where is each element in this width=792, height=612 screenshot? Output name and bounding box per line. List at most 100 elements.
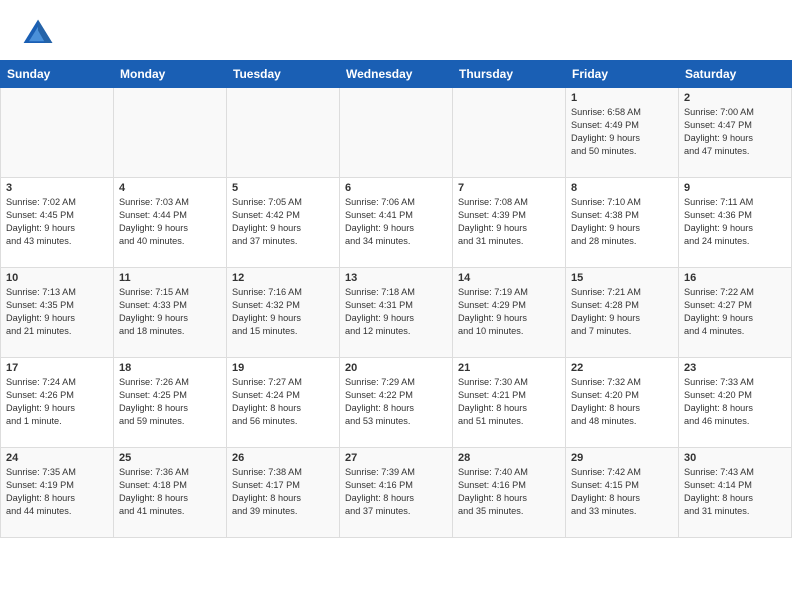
day-info: Sunrise: 7:26 AM Sunset: 4:25 PM Dayligh… bbox=[119, 376, 221, 428]
day-number: 30 bbox=[684, 452, 786, 464]
calendar-day-3: 3 Sunrise: 7:02 AM Sunset: 4:45 PM Daylig… bbox=[1, 178, 114, 268]
day-number: 9 bbox=[684, 182, 786, 194]
weekday-header-row: SundayMondayTuesdayWednesdayThursdayFrid… bbox=[1, 61, 792, 88]
calendar-week-5: 24 Sunrise: 7:35 AM Sunset: 4:19 PM Dayli… bbox=[1, 448, 792, 538]
day-info: Sunrise: 6:58 AM Sunset: 4:49 PM Dayligh… bbox=[571, 106, 673, 158]
day-number: 4 bbox=[119, 182, 221, 194]
weekday-header-saturday: Saturday bbox=[679, 61, 792, 88]
calendar-day-11: 11 Sunrise: 7:15 AM Sunset: 4:33 PM Dayli… bbox=[114, 268, 227, 358]
calendar-day-18: 18 Sunrise: 7:26 AM Sunset: 4:25 PM Dayli… bbox=[114, 358, 227, 448]
calendar-day-15: 15 Sunrise: 7:21 AM Sunset: 4:28 PM Dayli… bbox=[566, 268, 679, 358]
calendar-day-23: 23 Sunrise: 7:33 AM Sunset: 4:20 PM Dayli… bbox=[679, 358, 792, 448]
day-number: 26 bbox=[232, 452, 334, 464]
day-number: 12 bbox=[232, 272, 334, 284]
day-info: Sunrise: 7:32 AM Sunset: 4:20 PM Dayligh… bbox=[571, 376, 673, 428]
day-info: Sunrise: 7:00 AM Sunset: 4:47 PM Dayligh… bbox=[684, 106, 786, 158]
weekday-header-wednesday: Wednesday bbox=[340, 61, 453, 88]
day-number: 1 bbox=[571, 92, 673, 104]
day-info: Sunrise: 7:24 AM Sunset: 4:26 PM Dayligh… bbox=[6, 376, 108, 428]
calendar-empty bbox=[1, 88, 114, 178]
day-number: 18 bbox=[119, 362, 221, 374]
day-number: 24 bbox=[6, 452, 108, 464]
calendar-empty bbox=[340, 88, 453, 178]
calendar-empty bbox=[114, 88, 227, 178]
day-info: Sunrise: 7:10 AM Sunset: 4:38 PM Dayligh… bbox=[571, 196, 673, 248]
calendar-week-1: 1 Sunrise: 6:58 AM Sunset: 4:49 PM Daylig… bbox=[1, 88, 792, 178]
day-number: 15 bbox=[571, 272, 673, 284]
calendar-day-16: 16 Sunrise: 7:22 AM Sunset: 4:27 PM Dayli… bbox=[679, 268, 792, 358]
calendar-day-6: 6Sunrise: 7:06 AM Sunset: 4:41 PM Daylig… bbox=[340, 178, 453, 268]
day-number: 14 bbox=[458, 272, 560, 284]
day-number: 16 bbox=[684, 272, 786, 284]
day-info: Sunrise: 7:16 AM Sunset: 4:32 PM Dayligh… bbox=[232, 286, 334, 338]
day-info: Sunrise: 7:13 AM Sunset: 4:35 PM Dayligh… bbox=[6, 286, 108, 338]
calendar-table: SundayMondayTuesdayWednesdayThursdayFrid… bbox=[0, 60, 792, 538]
day-info: Sunrise: 7:02 AM Sunset: 4:45 PM Dayligh… bbox=[6, 196, 108, 248]
calendar-day-21: 21 Sunrise: 7:30 AM Sunset: 4:21 PM Dayli… bbox=[453, 358, 566, 448]
day-number: 5 bbox=[232, 182, 334, 194]
day-info: Sunrise: 7:39 AM Sunset: 4:16 PM Dayligh… bbox=[345, 466, 447, 518]
calendar-day-17: 17Sunrise: 7:24 AM Sunset: 4:26 PM Dayli… bbox=[1, 358, 114, 448]
calendar-day-5: 5 Sunrise: 7:05 AM Sunset: 4:42 PM Daylig… bbox=[227, 178, 340, 268]
calendar-day-14: 14 Sunrise: 7:19 AM Sunset: 4:29 PM Dayli… bbox=[453, 268, 566, 358]
day-number: 21 bbox=[458, 362, 560, 374]
calendar-day-26: 26Sunrise: 7:38 AM Sunset: 4:17 PM Dayli… bbox=[227, 448, 340, 538]
day-info: Sunrise: 7:05 AM Sunset: 4:42 PM Dayligh… bbox=[232, 196, 334, 248]
day-info: Sunrise: 7:35 AM Sunset: 4:19 PM Dayligh… bbox=[6, 466, 108, 518]
day-info: Sunrise: 7:22 AM Sunset: 4:27 PM Dayligh… bbox=[684, 286, 786, 338]
calendar-day-1: 1 Sunrise: 6:58 AM Sunset: 4:49 PM Daylig… bbox=[566, 88, 679, 178]
day-number: 19 bbox=[232, 362, 334, 374]
day-number: 29 bbox=[571, 452, 673, 464]
calendar-day-20: 20 Sunrise: 7:29 AM Sunset: 4:22 PM Dayli… bbox=[340, 358, 453, 448]
calendar-day-12: 12 Sunrise: 7:16 AM Sunset: 4:32 PM Dayli… bbox=[227, 268, 340, 358]
day-info: Sunrise: 7:19 AM Sunset: 4:29 PM Dayligh… bbox=[458, 286, 560, 338]
calendar-day-9: 9 Sunrise: 7:11 AM Sunset: 4:36 PM Daylig… bbox=[679, 178, 792, 268]
day-number: 8 bbox=[571, 182, 673, 194]
day-number: 3 bbox=[6, 182, 108, 194]
day-info: Sunrise: 7:03 AM Sunset: 4:44 PM Dayligh… bbox=[119, 196, 221, 248]
calendar-day-8: 8 Sunrise: 7:10 AM Sunset: 4:38 PM Daylig… bbox=[566, 178, 679, 268]
day-number: 27 bbox=[345, 452, 447, 464]
weekday-header-sunday: Sunday bbox=[1, 61, 114, 88]
day-number: 10 bbox=[6, 272, 108, 284]
day-info: Sunrise: 7:08 AM Sunset: 4:39 PM Dayligh… bbox=[458, 196, 560, 248]
day-number: 20 bbox=[345, 362, 447, 374]
day-info: Sunrise: 7:40 AM Sunset: 4:16 PM Dayligh… bbox=[458, 466, 560, 518]
calendar-empty bbox=[453, 88, 566, 178]
calendar-day-29: 29 Sunrise: 7:42 AM Sunset: 4:15 PM Dayli… bbox=[566, 448, 679, 538]
weekday-header-monday: Monday bbox=[114, 61, 227, 88]
calendar-empty bbox=[227, 88, 340, 178]
weekday-header-tuesday: Tuesday bbox=[227, 61, 340, 88]
calendar-day-10: 10 Sunrise: 7:13 AM Sunset: 4:35 PM Dayli… bbox=[1, 268, 114, 358]
calendar-day-19: 19 Sunrise: 7:27 AM Sunset: 4:24 PM Dayli… bbox=[227, 358, 340, 448]
day-number: 2 bbox=[684, 92, 786, 104]
calendar-day-24: 24 Sunrise: 7:35 AM Sunset: 4:19 PM Dayli… bbox=[1, 448, 114, 538]
calendar-day-4: 4 Sunrise: 7:03 AM Sunset: 4:44 PM Daylig… bbox=[114, 178, 227, 268]
day-info: Sunrise: 7:42 AM Sunset: 4:15 PM Dayligh… bbox=[571, 466, 673, 518]
day-info: Sunrise: 7:36 AM Sunset: 4:18 PM Dayligh… bbox=[119, 466, 221, 518]
calendar-day-30: 30Sunrise: 7:43 AM Sunset: 4:14 PM Dayli… bbox=[679, 448, 792, 538]
day-number: 13 bbox=[345, 272, 447, 284]
day-info: Sunrise: 7:29 AM Sunset: 4:22 PM Dayligh… bbox=[345, 376, 447, 428]
day-info: Sunrise: 7:33 AM Sunset: 4:20 PM Dayligh… bbox=[684, 376, 786, 428]
weekday-header-friday: Friday bbox=[566, 61, 679, 88]
calendar-day-28: 28 Sunrise: 7:40 AM Sunset: 4:16 PM Dayli… bbox=[453, 448, 566, 538]
day-info: Sunrise: 7:15 AM Sunset: 4:33 PM Dayligh… bbox=[119, 286, 221, 338]
calendar-week-3: 10 Sunrise: 7:13 AM Sunset: 4:35 PM Dayli… bbox=[1, 268, 792, 358]
day-info: Sunrise: 7:27 AM Sunset: 4:24 PM Dayligh… bbox=[232, 376, 334, 428]
day-info: Sunrise: 7:18 AM Sunset: 4:31 PM Dayligh… bbox=[345, 286, 447, 338]
day-number: 23 bbox=[684, 362, 786, 374]
day-number: 28 bbox=[458, 452, 560, 464]
header bbox=[0, 0, 792, 60]
calendar-day-2: 2 Sunrise: 7:00 AM Sunset: 4:47 PM Daylig… bbox=[679, 88, 792, 178]
calendar-day-13: 13 Sunrise: 7:18 AM Sunset: 4:31 PM Dayli… bbox=[340, 268, 453, 358]
day-number: 11 bbox=[119, 272, 221, 284]
calendar-week-2: 3 Sunrise: 7:02 AM Sunset: 4:45 PM Daylig… bbox=[1, 178, 792, 268]
day-info: Sunrise: 7:11 AM Sunset: 4:36 PM Dayligh… bbox=[684, 196, 786, 248]
calendar-day-22: 22Sunrise: 7:32 AM Sunset: 4:20 PM Dayli… bbox=[566, 358, 679, 448]
logo bbox=[20, 16, 60, 52]
calendar-day-27: 27 Sunrise: 7:39 AM Sunset: 4:16 PM Dayli… bbox=[340, 448, 453, 538]
day-info: Sunrise: 7:30 AM Sunset: 4:21 PM Dayligh… bbox=[458, 376, 560, 428]
day-info: Sunrise: 7:21 AM Sunset: 4:28 PM Dayligh… bbox=[571, 286, 673, 338]
calendar-week-4: 17Sunrise: 7:24 AM Sunset: 4:26 PM Dayli… bbox=[1, 358, 792, 448]
